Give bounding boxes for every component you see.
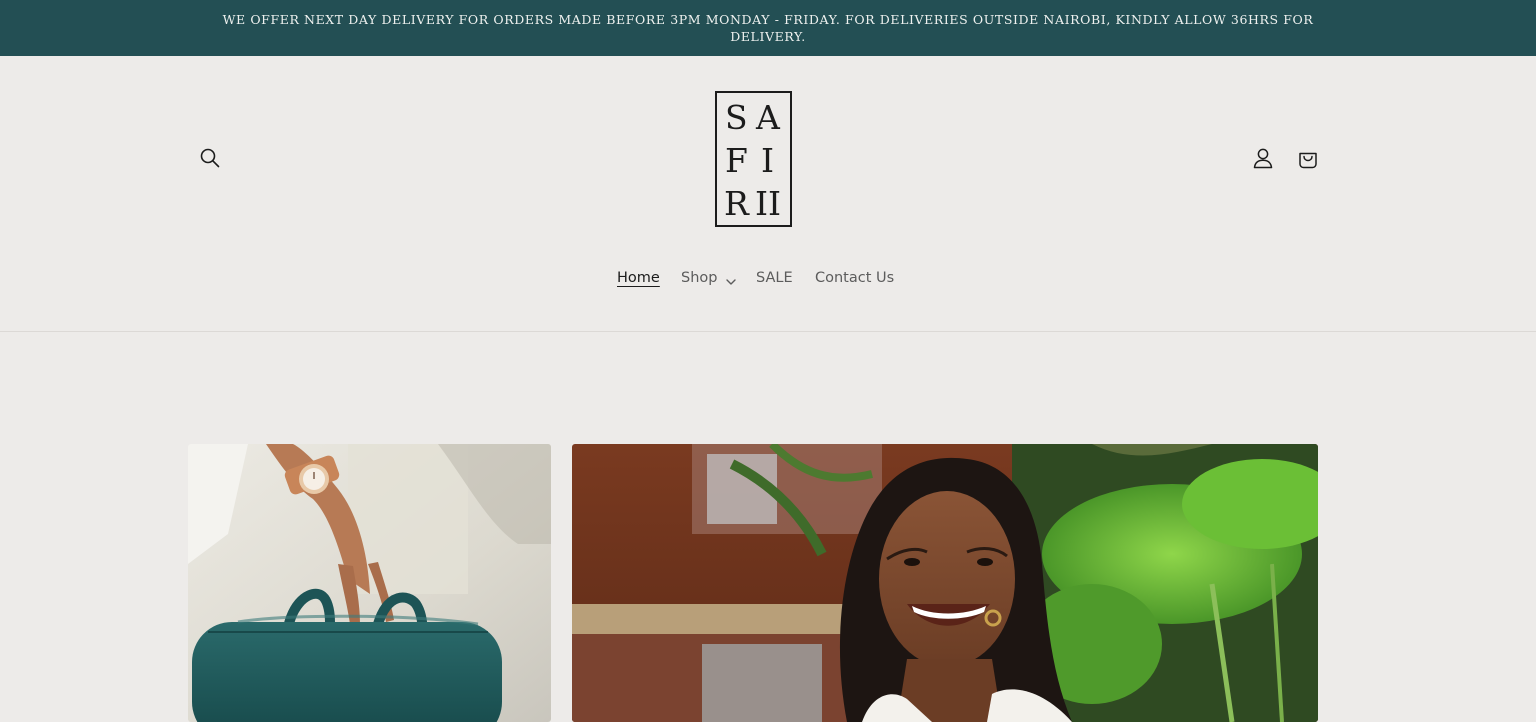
- nav-contact-us[interactable]: Contact Us: [815, 270, 894, 286]
- main-nav: Home Shop SALE Contact Us: [0, 262, 1536, 298]
- search-icon: [200, 148, 220, 168]
- logo-letter: A: [756, 98, 780, 137]
- logo-letter: I: [761, 141, 775, 180]
- logo-letter: R: [724, 184, 749, 223]
- announcement-bar: WE OFFER NEXT DAY DELIVERY FOR ORDERS MA…: [0, 0, 1536, 56]
- logo-letter: F: [725, 141, 748, 180]
- nav-shop[interactable]: Shop: [681, 270, 717, 286]
- announcement-text: WE OFFER NEXT DAY DELIVERY FOR ORDERS MA…: [222, 12, 1314, 44]
- model-photo: [572, 444, 1318, 722]
- cart-button[interactable]: [1288, 138, 1328, 178]
- site-header: S A F I R II Home Shop SALE Contact Us: [0, 56, 1536, 332]
- account-icon: [1253, 148, 1273, 169]
- site-logo[interactable]: S A F I R II: [715, 91, 792, 227]
- nav-sale[interactable]: SALE: [756, 270, 793, 286]
- account-button[interactable]: [1243, 138, 1283, 178]
- nav-home[interactable]: Home: [617, 270, 660, 286]
- hero-image-bag[interactable]: [188, 444, 551, 722]
- logo-letter: S: [725, 98, 748, 137]
- chevron-down-icon[interactable]: [725, 278, 737, 286]
- hero-image-model[interactable]: [572, 444, 1318, 722]
- bag-photo: [188, 444, 551, 722]
- logo-letter: II: [755, 184, 782, 223]
- cart-icon: [1299, 152, 1317, 169]
- search-button[interactable]: [190, 138, 230, 178]
